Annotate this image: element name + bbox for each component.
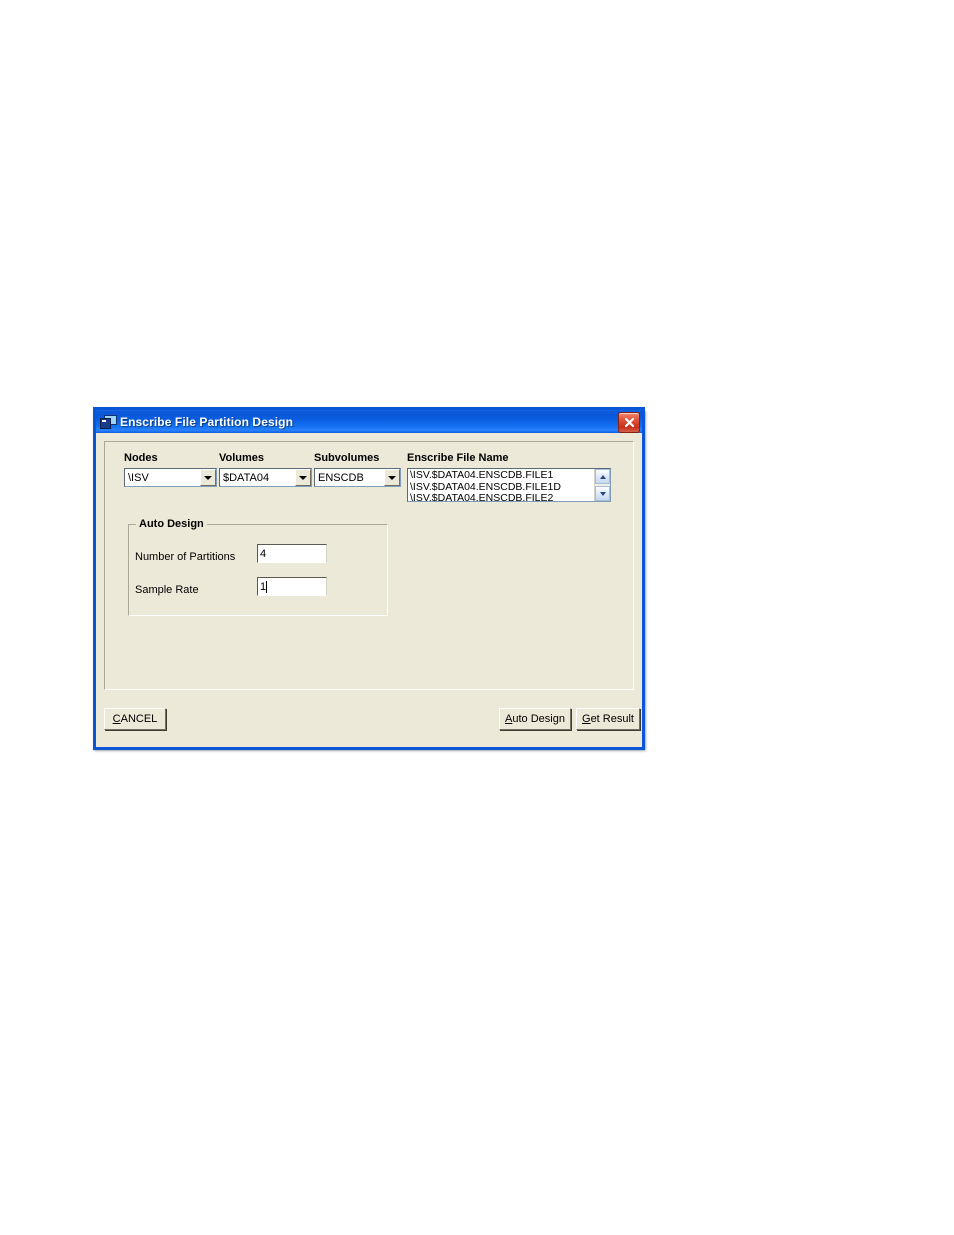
volumes-label: Volumes bbox=[219, 452, 265, 464]
enscribe-file-partition-design-dialog: Enscribe File Partition Design Nodes \IS… bbox=[93, 407, 645, 750]
auto-design-groupbox: Auto Design Number of Partitions 4 Sampl… bbox=[128, 518, 388, 616]
list-item[interactable]: \ISV.$DATA04.ENSCDB.FILE2 bbox=[410, 492, 594, 501]
subvolumes-label: Subvolumes bbox=[314, 452, 380, 464]
sample-rate-value: 1 bbox=[260, 580, 267, 593]
get-result-button-accel: G bbox=[582, 713, 591, 725]
chevron-down-icon[interactable] bbox=[200, 469, 216, 486]
application-window-icon bbox=[100, 414, 117, 429]
sample-rate-input[interactable]: 1 bbox=[257, 577, 327, 596]
subvolumes-combobox[interactable]: ENSCDB bbox=[314, 468, 401, 487]
scroll-up-icon[interactable] bbox=[595, 469, 610, 484]
enscribe-file-name-items: \ISV.$DATA04.ENSCDB.FILE1 \ISV.$DATA04.E… bbox=[408, 469, 594, 501]
number-of-partitions-label: Number of Partitions bbox=[135, 551, 236, 563]
number-of-partitions-input[interactable]: 4 bbox=[257, 544, 327, 563]
nodes-value: \ISV bbox=[128, 471, 149, 484]
cancel-button-accel: C bbox=[112, 713, 121, 725]
enscribe-file-name-listbox[interactable]: \ISV.$DATA04.ENSCDB.FILE1 \ISV.$DATA04.E… bbox=[407, 468, 611, 502]
scroll-down-icon[interactable] bbox=[595, 486, 610, 501]
nodes-label: Nodes bbox=[124, 452, 158, 464]
listbox-scrollbar[interactable] bbox=[594, 469, 610, 501]
title-bar[interactable]: Enscribe File Partition Design bbox=[93, 407, 645, 433]
chevron-down-icon[interactable] bbox=[384, 469, 400, 486]
cancel-button-post: ANCEL bbox=[120, 713, 158, 725]
volumes-value: $DATA04 bbox=[223, 471, 270, 484]
subvolumes-value: ENSCDB bbox=[318, 471, 364, 484]
enscribe-file-name-label: Enscribe File Name bbox=[407, 452, 509, 464]
auto-design-group-title: Auto Design bbox=[136, 518, 207, 530]
auto-design-button[interactable]: Auto Design bbox=[499, 708, 571, 730]
get-result-button-post: et Result bbox=[590, 713, 634, 725]
window-title: Enscribe File Partition Design bbox=[120, 414, 294, 429]
number-of-partitions-value: 4 bbox=[260, 547, 267, 560]
list-item[interactable]: \ISV.$DATA04.ENSCDB.FILE1 bbox=[410, 469, 594, 482]
nodes-combobox[interactable]: \ISV bbox=[124, 468, 217, 487]
cancel-button[interactable]: C ANCEL bbox=[104, 708, 166, 730]
text-cursor bbox=[266, 580, 268, 593]
volumes-combobox[interactable]: $DATA04 bbox=[219, 468, 312, 487]
main-panel-inner: Nodes \ISV Volumes $DATA04 Subvolumes EN… bbox=[105, 442, 633, 689]
get-result-button[interactable]: Get Result bbox=[576, 708, 640, 730]
main-panel: Nodes \ISV Volumes $DATA04 Subvolumes EN… bbox=[104, 441, 634, 690]
close-icon[interactable] bbox=[618, 412, 640, 433]
auto-design-button-accel: A bbox=[505, 713, 513, 725]
auto-design-button-post: uto Design bbox=[512, 713, 565, 725]
sample-rate-label: Sample Rate bbox=[135, 584, 199, 596]
chevron-down-icon[interactable] bbox=[295, 469, 311, 486]
